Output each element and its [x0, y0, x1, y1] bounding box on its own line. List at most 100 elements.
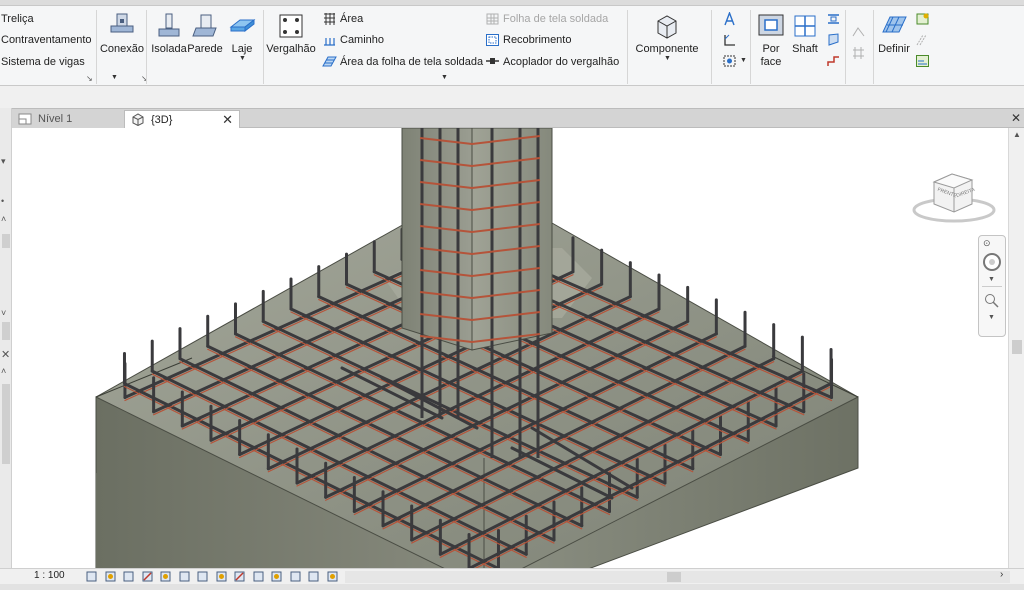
- beam-system-button[interactable]: Sistema de vigas: [1, 56, 85, 68]
- horizontal-scrollbar[interactable]: [345, 571, 1010, 583]
- path-reinforcement-button[interactable]: Caminho: [340, 34, 384, 46]
- chevron-right-icon[interactable]: ›: [1000, 569, 1003, 580]
- highlight-boundary-icon[interactable]: [308, 571, 319, 582]
- options-bar: [0, 86, 1024, 108]
- ribbon: Treliça Contraventamento Sistema de viga…: [0, 6, 1024, 86]
- rebar-button[interactable]: Vergalhão: [265, 12, 317, 55]
- tab-label: Nível 1: [38, 113, 73, 125]
- crop-view-icon[interactable]: [179, 571, 190, 582]
- fabric-sheet-button[interactable]: Folha de tela soldada: [503, 13, 608, 25]
- set-label: Definir: [878, 43, 910, 55]
- floor-plan-icon: [18, 113, 32, 125]
- shadows-icon[interactable]: [142, 571, 153, 582]
- view-control-bar: 1 : 100 ‹ ›: [0, 568, 1024, 584]
- ref-plane-icon[interactable]: [915, 33, 930, 47]
- rebar-label: Vergalhão: [266, 43, 316, 55]
- chevron-down-icon[interactable]: ▼: [988, 314, 995, 321]
- close-icon[interactable]: ✕: [1, 348, 10, 361]
- viewer-icon[interactable]: [915, 54, 930, 68]
- area-reinforcement-icon: [322, 12, 337, 26]
- temporary-hide-icon[interactable]: [234, 571, 245, 582]
- visual-style-icon[interactable]: [105, 571, 116, 582]
- cover-button[interactable]: Recobrimento: [503, 34, 571, 46]
- chevron-down-icon[interactable]: ˅: [1, 308, 6, 318]
- show-crop-icon[interactable]: [197, 571, 208, 582]
- slab-label: Laje: [231, 43, 253, 55]
- area-reinforcement-button[interactable]: Área: [340, 13, 363, 25]
- analytical-model-icon[interactable]: [290, 571, 301, 582]
- work-plane-icon: [879, 12, 909, 40]
- reveal-hidden-icon[interactable]: [253, 571, 264, 582]
- slab-foundation-icon: [227, 12, 257, 40]
- model-group-icon[interactable]: [722, 54, 737, 68]
- wall-opening-icon[interactable]: [826, 12, 841, 26]
- connection-label: Conexão: [99, 43, 145, 55]
- chevron-up-icon[interactable]: ▲: [1013, 130, 1021, 139]
- scroll-thumb[interactable]: [2, 322, 10, 340]
- chevron-down-icon[interactable]: ▼: [239, 55, 246, 62]
- fabric-sheet-icon: [485, 12, 500, 26]
- show-work-plane-icon[interactable]: [915, 12, 930, 26]
- cover-icon: [485, 33, 500, 47]
- shaft-button[interactable]: Shaft: [780, 12, 830, 55]
- close-view-icon[interactable]: ✕: [1011, 111, 1021, 125]
- chevron-up-icon[interactable]: ˄: [1, 366, 6, 376]
- chevron-down-icon[interactable]: ▼: [664, 55, 671, 62]
- tab-3d[interactable]: {3D} ✕: [124, 110, 240, 128]
- vertical-scrollbar[interactable]: ▲: [1008, 128, 1024, 568]
- 3d-viewport[interactable]: FRENTE DIREITA: [12, 128, 1008, 568]
- close-icon[interactable]: ⊙: [983, 238, 991, 249]
- chevron-down-icon[interactable]: ▼: [441, 74, 448, 81]
- unlock-3d-icon[interactable]: [216, 571, 227, 582]
- scroll-thumb[interactable]: [2, 234, 10, 248]
- footing-rebar-model: [95, 128, 859, 568]
- component-button[interactable]: Componente: [634, 12, 700, 55]
- scroll-thumb[interactable]: [2, 384, 10, 464]
- render-icon[interactable]: [160, 571, 171, 582]
- path-reinforcement-icon: [322, 33, 337, 47]
- structural-mode-icon[interactable]: [851, 24, 866, 38]
- steering-wheel-icon[interactable]: [982, 252, 1002, 272]
- fabric-area-icon: [322, 54, 337, 68]
- chevron-up-icon[interactable]: ˄: [1, 214, 6, 224]
- model-line-icon[interactable]: [722, 33, 737, 47]
- connection-icon: [107, 12, 137, 40]
- close-tab-icon[interactable]: ✕: [222, 112, 233, 128]
- worksharing-icon[interactable]: [271, 571, 282, 582]
- detail-level-icon[interactable]: [86, 571, 97, 582]
- left-panel-edge: ▾ • ˄ ˅ ✕ ˄: [0, 108, 12, 568]
- 3d-view-icon: [131, 113, 145, 127]
- component-icon: [652, 12, 682, 40]
- dormer-opening-icon[interactable]: [826, 54, 841, 68]
- connection-button[interactable]: Conexão: [96, 12, 148, 55]
- scroll-thumb[interactable]: [1012, 340, 1022, 354]
- shaft-icon: [790, 12, 820, 40]
- view-scale[interactable]: 1 : 100: [34, 570, 65, 581]
- status-strip: [0, 584, 1024, 590]
- view-tab-bar: ✕ Nível 1 {3D} ✕ ✕: [0, 108, 1024, 128]
- grid-mode-icon[interactable]: [851, 46, 866, 60]
- rebar-coupler-button[interactable]: Acoplador do vergalhão: [503, 56, 619, 68]
- chevron-down-icon[interactable]: ▼: [111, 74, 118, 81]
- chevron-down-icon[interactable]: ▼: [988, 276, 995, 283]
- navigation-bar: ⊙ ▼ ▼: [978, 235, 1006, 337]
- model-text-icon[interactable]: [722, 11, 737, 26]
- brace-button[interactable]: Contraventamento: [1, 34, 92, 46]
- chevron-down-icon[interactable]: ▾: [1, 156, 6, 167]
- set-work-plane-button[interactable]: Definir: [869, 12, 919, 55]
- panel-launcher-icon[interactable]: ↘: [86, 74, 93, 83]
- constraints-icon[interactable]: [327, 571, 338, 582]
- viewcube[interactable]: FRENTE DIREITA: [912, 162, 996, 224]
- fabric-area-button[interactable]: Área da folha de tela soldada: [340, 56, 483, 68]
- rebar-icon: [276, 12, 306, 40]
- tab-label: {3D}: [151, 113, 173, 126]
- slab-foundation-button[interactable]: Laje: [216, 12, 268, 55]
- component-label: Componente: [635, 43, 699, 55]
- zoom-icon[interactable]: [983, 292, 1001, 310]
- vertical-opening-icon[interactable]: [826, 33, 841, 47]
- tab-nivel-1[interactable]: Nível 1: [12, 110, 124, 128]
- truss-button[interactable]: Treliça: [1, 13, 34, 25]
- rebar-coupler-icon: [485, 54, 500, 68]
- scroll-thumb[interactable]: [667, 572, 681, 582]
- sun-path-icon[interactable]: [123, 571, 134, 582]
